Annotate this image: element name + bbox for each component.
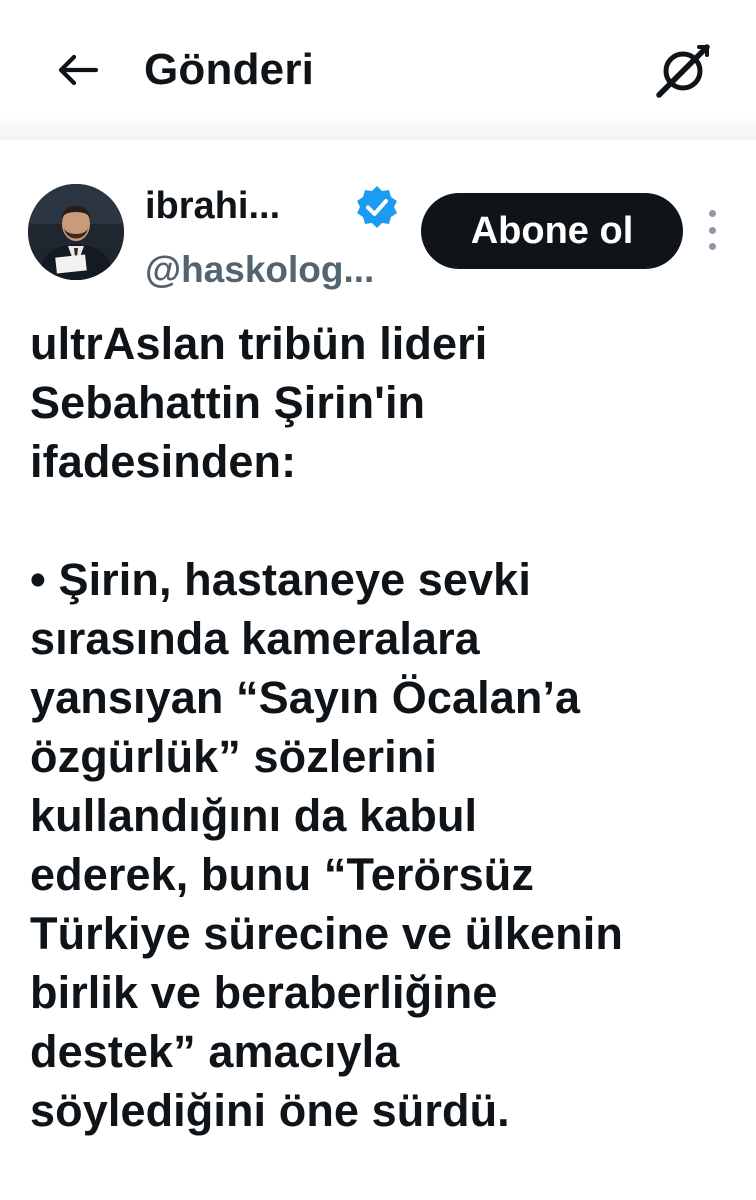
more-vertical-icon-dot [708,226,716,234]
back-button[interactable] [52,44,104,96]
author-avatar[interactable] [28,184,124,280]
more-options-button[interactable] [700,210,724,250]
grok-button[interactable] [652,40,714,102]
page-title: Gönderi [144,45,315,94]
post-text-line: ultrAslan tribün lideri [30,318,488,369]
post-text-line: Sebahattin Şirin'in [30,377,426,428]
post-text-line: Türkiye sürecine ve ülkenin [30,908,623,959]
author-display-name[interactable]: ibrahi... [145,182,280,230]
verified-badge-icon [357,186,397,228]
arrow-left-icon [58,54,99,86]
post-text-line: söylediğini öne sürdü. [30,1085,510,1136]
post: ibrahi... @haskolog... Abone ol ultrAsla… [0,140,756,1200]
post-text-line: birlik ve beraberliğine [30,967,498,1018]
header-divider-shadow [0,110,756,140]
subscribe-button[interactable]: Abone ol [421,193,683,269]
avatar-photo [28,184,124,280]
post-text-line: • Şirin, hastaneye sevki [30,554,531,605]
more-vertical-icon-dot [708,243,716,250]
post-text-line: kullandığını da kabul [30,790,478,841]
post-text-line: ederek, bunu “Terörsüz [30,849,534,900]
post-text-line: destek” amacıyla [30,1026,400,1077]
author-handle[interactable]: @haskolog... [145,246,374,294]
post-text-line: sırasında kameralara [30,613,480,664]
post-text-line: özgürlük” sözlerini [30,731,437,782]
more-vertical-icon-dot [708,210,716,217]
post-text-line: yansıyan “Sayın Öcalan’a [30,672,581,723]
grok-icon [656,44,710,98]
post-body: ultrAslan tribün lideri Sebahattin Şirin… [30,314,730,1140]
post-text-line: ifadesinden: [30,436,297,487]
top-bar: Gönderi [0,0,756,140]
